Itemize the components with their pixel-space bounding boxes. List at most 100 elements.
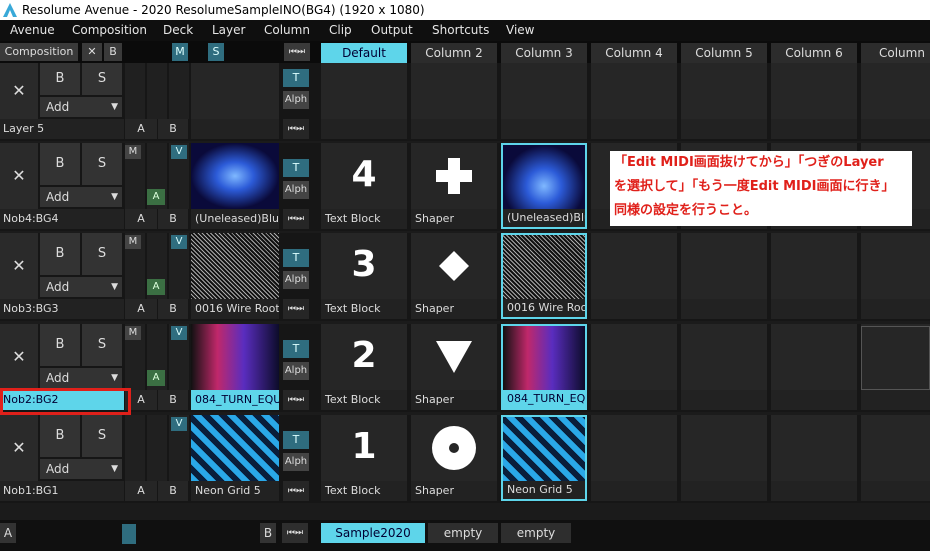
video-v-button[interactable]: V xyxy=(171,235,187,249)
column-header-4[interactable]: Column 4 xyxy=(591,43,677,63)
text-block-label[interactable]: Text Block xyxy=(321,209,407,229)
skip-prev-next-icon[interactable]: ⏮⏭ xyxy=(283,390,309,410)
mute-m-button[interactable]: M xyxy=(125,145,141,159)
text-block-label[interactable]: Text Block xyxy=(321,299,407,319)
clip-slot[interactable] xyxy=(501,63,587,119)
clip-slot[interactable] xyxy=(591,324,677,390)
layer-clip-thumbnail[interactable] xyxy=(191,233,279,299)
blend-mode-dropdown[interactable]: Add ▼ xyxy=(40,459,122,479)
master-m-button[interactable]: M xyxy=(172,43,188,61)
clip-slot[interactable] xyxy=(681,63,767,119)
alpha-button[interactable]: Alph xyxy=(283,453,309,471)
skip-prev-next-icon[interactable]: ⏮⏭ xyxy=(283,209,309,229)
clip-slot[interactable] xyxy=(771,324,857,390)
skip-prev-next-icon[interactable]: ⏮⏭ xyxy=(283,299,309,319)
skip-prev-next-icon[interactable]: ⏮⏭ xyxy=(283,119,309,139)
layer-clip-name[interactable]: 0016 Wire Roots ... xyxy=(191,299,279,319)
blend-mode-dropdown[interactable]: Add ▼ xyxy=(40,187,122,207)
clip-slot[interactable] xyxy=(591,63,677,119)
blend-mode-dropdown[interactable]: Add ▼ xyxy=(40,97,122,117)
shaper-label[interactable]: Shaper xyxy=(411,209,497,229)
layer-name[interactable]: Layer 5 xyxy=(0,119,124,139)
volume-fader[interactable] xyxy=(147,415,167,481)
close-icon[interactable]: ✕ xyxy=(82,43,102,61)
text-block-label[interactable]: Text Block xyxy=(321,390,407,410)
menu-composition[interactable]: Composition xyxy=(72,23,147,37)
clip-slot[interactable] xyxy=(861,63,930,119)
crossfade-a-button[interactable]: A xyxy=(125,209,157,229)
menu-view[interactable]: View xyxy=(506,23,534,37)
clip-slot[interactable] xyxy=(411,63,497,119)
layer-clip-thumbnail[interactable] xyxy=(191,63,279,119)
blend-mode-dropdown[interactable]: Add ▼ xyxy=(40,277,122,297)
video-v-button[interactable]: V xyxy=(171,417,187,431)
master-s-button[interactable]: S xyxy=(208,43,224,61)
deck-tab-sample2020[interactable]: Sample2020 xyxy=(321,523,425,543)
active-clip-name[interactable]: 0016 Wire Roots ... xyxy=(503,299,585,317)
footer-b-button[interactable]: B xyxy=(260,523,276,543)
bypass-button[interactable]: B xyxy=(40,143,80,185)
remove-layer-icon[interactable]: ✕ xyxy=(0,324,38,390)
crossfade-b-button[interactable]: B xyxy=(158,390,188,410)
blend-mode-dropdown[interactable]: Add ▼ xyxy=(40,368,122,388)
layer-clip-name[interactable]: 084_TURN_EQUAL... xyxy=(191,390,279,410)
solo-button[interactable]: S xyxy=(82,143,122,185)
alpha-button[interactable]: Alph xyxy=(283,362,309,380)
bypass-button[interactable]: B xyxy=(40,233,80,275)
layer-clip-thumbnail[interactable] xyxy=(191,415,279,481)
menu-clip[interactable]: Clip xyxy=(329,23,352,37)
footer-skip-icon[interactable]: ⏮⏭ xyxy=(282,523,308,543)
bypass-button[interactable]: B xyxy=(40,415,80,457)
bypass-button[interactable]: B xyxy=(40,63,80,95)
deck-tab-empty-1[interactable]: empty xyxy=(428,523,498,543)
solo-button[interactable]: S xyxy=(82,233,122,275)
crossfade-a-button[interactable]: A xyxy=(125,299,157,319)
remove-layer-icon[interactable]: ✕ xyxy=(0,143,38,209)
skip-prev-next-icon[interactable]: ⏮⏭ xyxy=(283,481,309,501)
transition-t-button[interactable]: T xyxy=(283,431,309,449)
opacity-fader[interactable] xyxy=(125,63,145,119)
clip-slot[interactable] xyxy=(591,415,677,481)
alpha-button[interactable]: Alph xyxy=(283,91,309,109)
mute-m-button[interactable]: M xyxy=(125,326,141,340)
menu-column[interactable]: Column xyxy=(264,23,310,37)
transition-t-button[interactable]: T xyxy=(283,159,309,177)
column-header-6[interactable]: Column 6 xyxy=(771,43,857,63)
clip-slot[interactable] xyxy=(321,63,407,119)
menu-layer[interactable]: Layer xyxy=(212,23,245,37)
transition-t-button[interactable]: T xyxy=(283,340,309,358)
column-header-default[interactable]: Default xyxy=(321,43,407,63)
solo-button[interactable]: S xyxy=(82,63,122,95)
column-header-2[interactable]: Column 2 xyxy=(411,43,497,63)
deck-tab-empty-2[interactable]: empty xyxy=(501,523,571,543)
alpha-button[interactable]: Alph xyxy=(283,271,309,289)
remove-layer-icon[interactable]: ✕ xyxy=(0,415,38,481)
transition-t-button[interactable]: T xyxy=(283,69,309,87)
clip-slot[interactable] xyxy=(771,233,857,299)
composition-button[interactable]: Composition xyxy=(0,43,78,61)
bypass-button[interactable]: B xyxy=(40,324,80,366)
crossfade-b-button[interactable]: B xyxy=(158,119,188,139)
active-clip-name[interactable]: Neon Grid 5 xyxy=(503,481,585,499)
clip-slot[interactable] xyxy=(681,324,767,390)
solo-button[interactable]: S xyxy=(82,415,122,457)
mute-m-button[interactable]: M xyxy=(125,235,141,249)
bypass-button[interactable]: B xyxy=(104,43,122,61)
crossfade-b-button[interactable]: B xyxy=(158,209,188,229)
layer-clip-thumbnail[interactable] xyxy=(191,324,279,390)
fader-track[interactable] xyxy=(169,63,189,119)
layer-clip-name[interactable]: (Uneleased)BlueF... xyxy=(191,209,279,229)
video-v-button[interactable]: V xyxy=(171,145,187,159)
menu-output[interactable]: Output xyxy=(371,23,413,37)
active-clip-name[interactable]: 084_TURN_EQUAL... xyxy=(503,390,585,408)
crossfade-a-button[interactable]: A xyxy=(125,481,157,501)
crossfader-handle[interactable] xyxy=(122,524,136,544)
clip-slot[interactable] xyxy=(771,63,857,119)
active-clip-name[interactable]: (Uneleased)BlueF... xyxy=(503,209,585,227)
clip-slot[interactable] xyxy=(681,415,767,481)
layer-clip-name[interactable]: Neon Grid 5 xyxy=(191,481,279,501)
shaper-label[interactable]: Shaper xyxy=(411,299,497,319)
layer-clip-thumbnail[interactable] xyxy=(191,143,279,209)
clip-slot[interactable] xyxy=(591,233,677,299)
shaper-label[interactable]: Shaper xyxy=(411,390,497,410)
